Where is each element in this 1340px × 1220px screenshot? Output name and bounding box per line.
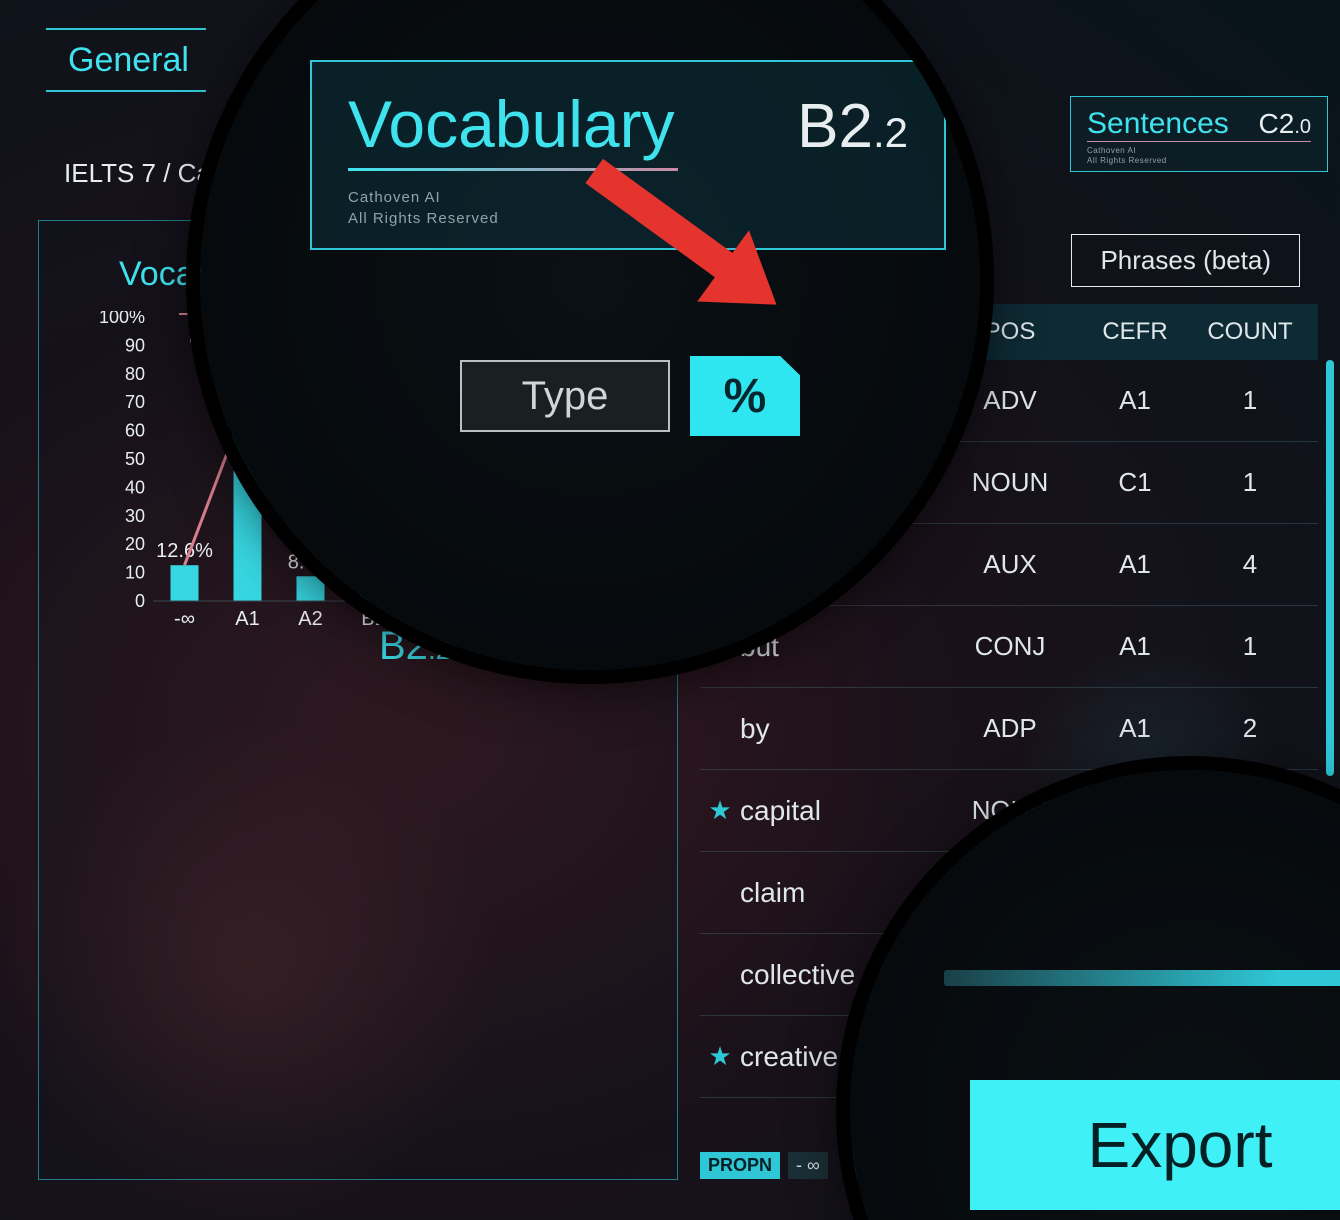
svg-text:-∞: -∞ [174, 608, 195, 630]
svg-text:70: 70 [125, 392, 145, 412]
col-cefr[interactable]: CEFR [1080, 318, 1190, 346]
cell-pos: NOUN [940, 467, 1080, 498]
cell-cefr: C1 [1080, 467, 1190, 498]
tab-general-label: General [68, 41, 189, 80]
svg-text:20: 20 [125, 534, 145, 554]
cell-count: 4 [1190, 549, 1310, 580]
subtitle-ielts: IELTS 7 / Ca [64, 158, 211, 189]
sentences-score: C2.0 [1259, 108, 1311, 140]
cell-pos: AUX [940, 549, 1080, 580]
chip-label: PROPN [700, 1152, 780, 1179]
cell-count: 2 [1190, 713, 1310, 744]
cell-count: 1 [1190, 467, 1310, 498]
svg-text:80: 80 [125, 364, 145, 384]
sentences-legal: Cathoven AI All Rights Reserved [1087, 146, 1311, 165]
cell-word: but [740, 631, 940, 663]
cell-pos: ADP [940, 713, 1080, 744]
svg-text:60: 60 [125, 421, 145, 441]
star-icon[interactable]: ★ [700, 795, 740, 826]
svg-text:A2: A2 [298, 608, 322, 630]
cell-cefr: A1 [1080, 713, 1190, 744]
cell-word: by [740, 713, 940, 745]
cell-cefr: A1 [1080, 549, 1190, 580]
svg-text:0: 0 [135, 591, 145, 611]
toggle-type[interactable]: Type [460, 360, 670, 432]
cell-pos: CONJ [940, 631, 1080, 662]
chip-value: - ∞ [788, 1152, 828, 1179]
cell-word: capital [740, 795, 940, 827]
svg-text:90: 90 [125, 335, 145, 355]
tab-phrases[interactable]: Phrases (beta) [1071, 234, 1300, 287]
svg-text:100%: 100% [99, 311, 145, 327]
cell-word: claim [740, 877, 940, 909]
vocab-card-title: Vocabulary [348, 86, 675, 162]
svg-text:40: 40 [125, 477, 145, 497]
cell-count: 1 [1190, 631, 1310, 662]
toggle-percent[interactable]: % [690, 356, 800, 436]
svg-text:12.6%: 12.6% [156, 540, 213, 562]
tab-general[interactable]: General [46, 28, 206, 92]
filter-chip[interactable]: PROPN - ∞ [700, 1152, 828, 1179]
svg-text:A1: A1 [235, 608, 259, 630]
svg-text:10: 10 [125, 563, 145, 583]
table-row[interactable]: butCONJA11 [700, 606, 1318, 688]
vocab-card-score: B2.2 [797, 91, 908, 162]
vocab-card-zoom: Vocabulary B2.2 Cathoven AI All Rights R… [310, 60, 946, 250]
svg-text:50: 50 [125, 449, 145, 469]
progress-band [944, 970, 1340, 986]
vocab-card-underline [348, 168, 678, 171]
cell-count: 1 [1190, 385, 1310, 416]
col-count[interactable]: COUNT [1190, 318, 1310, 346]
table-scrollbar[interactable] [1326, 360, 1334, 776]
star-icon[interactable]: ★ [700, 1041, 740, 1072]
cell-cefr: A1 [1080, 631, 1190, 662]
metric-card-sentences[interactable]: Sentences C2.0 Cathoven AI All Rights Re… [1070, 96, 1328, 172]
svg-text:30: 30 [125, 506, 145, 526]
cell-cefr: A1 [1080, 385, 1190, 416]
export-button[interactable]: Export [970, 1080, 1340, 1210]
tab-phrases-label: Phrases (beta) [1100, 245, 1271, 275]
sentences-title: Sentences [1087, 107, 1229, 141]
table-row[interactable]: byADPA12 [700, 688, 1318, 770]
